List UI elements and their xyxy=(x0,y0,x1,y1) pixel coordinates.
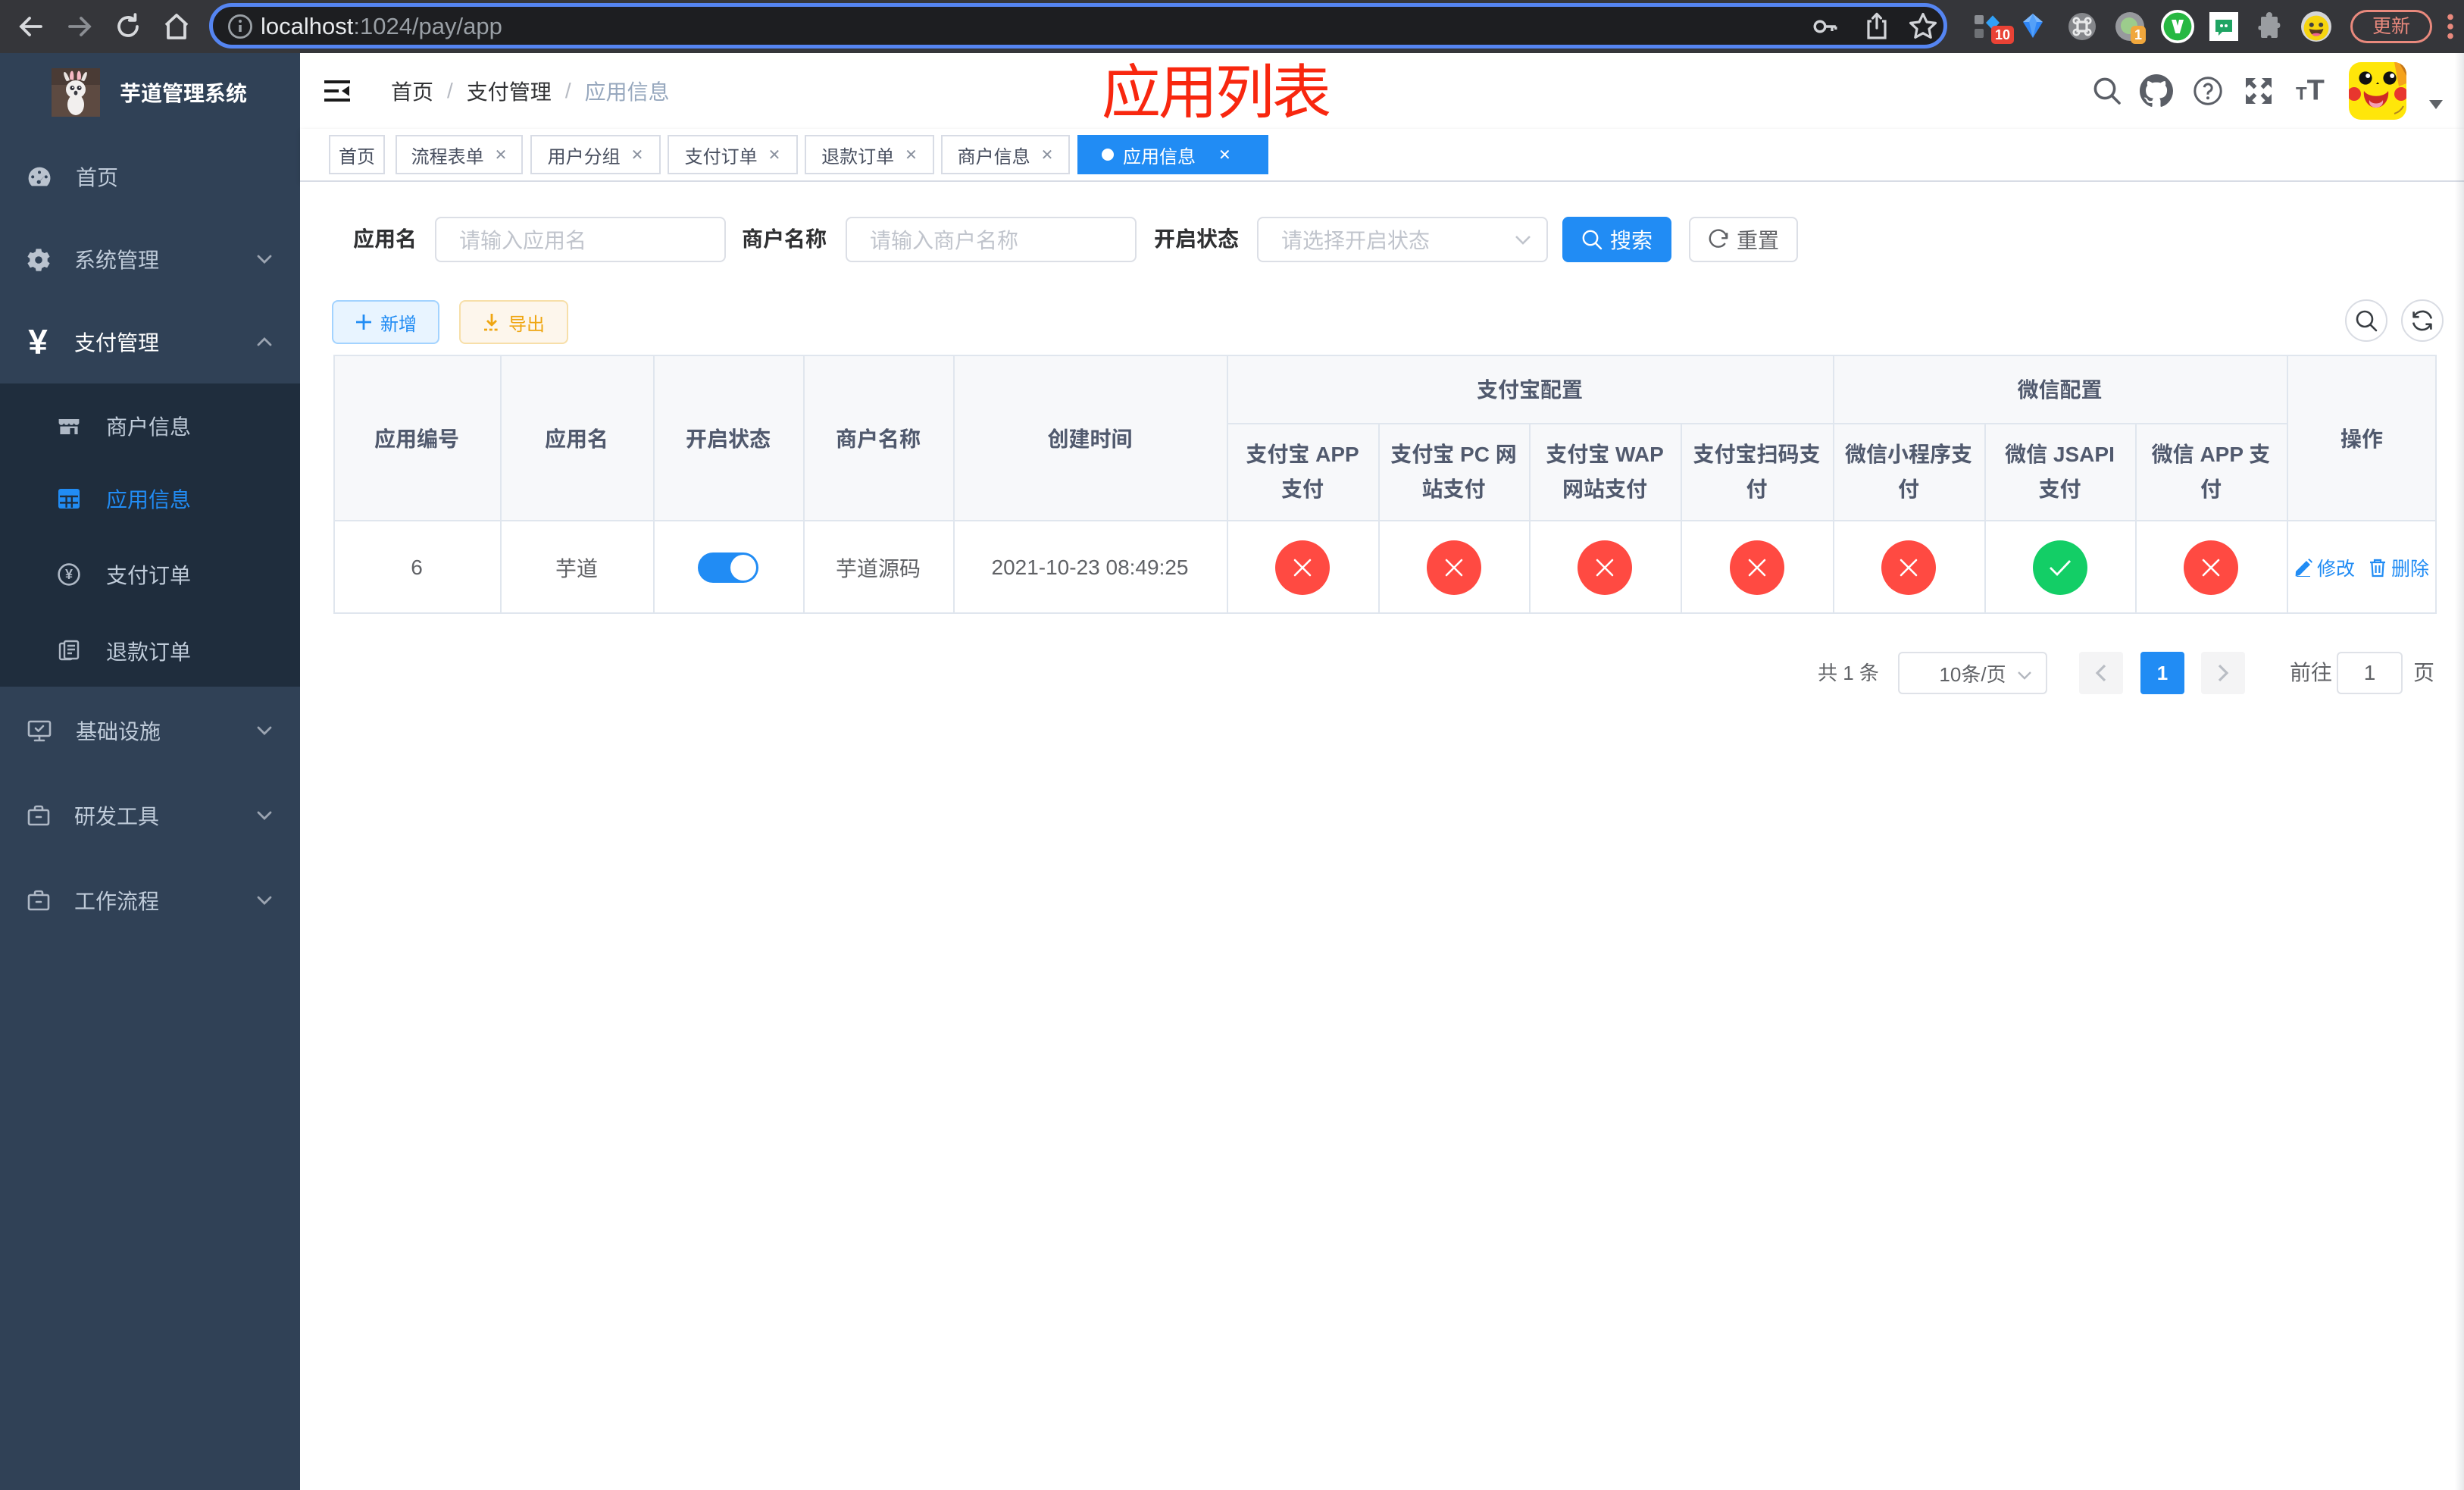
svg-text:¥: ¥ xyxy=(65,567,73,582)
